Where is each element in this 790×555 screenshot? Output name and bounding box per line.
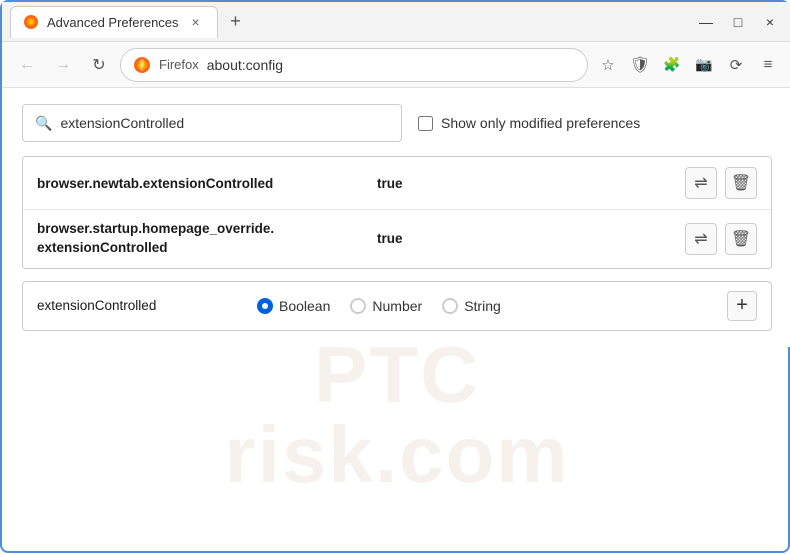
preferences-table: browser.newtab.extensionControlled true …	[22, 156, 772, 269]
search-input-wrap[interactable]: 🔍	[22, 104, 402, 142]
toggle-button-1[interactable]: ⇌	[685, 167, 717, 199]
watermark-line1: PTC	[2, 335, 790, 415]
number-radio-circle[interactable]	[350, 298, 366, 314]
search-container: 🔍 Show only modified preferences	[22, 104, 772, 142]
toggle-button-2[interactable]: ⇌	[685, 223, 717, 255]
address-bar[interactable]: Firefox about:config	[120, 48, 588, 82]
new-tab-button[interactable]: +	[222, 8, 250, 36]
add-preference-button[interactable]: +	[727, 291, 757, 321]
tab-favicon	[23, 14, 39, 30]
delete-icon-1: 🗑	[731, 173, 751, 193]
screenshot-icon: 📷	[695, 56, 712, 73]
back-icon: ←	[19, 56, 35, 74]
table-row: browser.newtab.extensionControlled true …	[23, 157, 771, 210]
string-radio-option[interactable]: String	[442, 298, 501, 314]
toggle-icon-1: ⇌	[694, 173, 707, 193]
modified-prefs-checkbox[interactable]	[418, 116, 433, 131]
number-radio-option[interactable]: Number	[350, 298, 422, 314]
tab-close-button[interactable]: ×	[187, 13, 205, 31]
shield-icon: 🛡	[630, 55, 650, 75]
nav-bar: ← → ↻ Firefox about:config ☆ 🛡	[2, 42, 790, 88]
reload-button[interactable]: ↻	[84, 50, 114, 80]
browser-name-label: Firefox	[159, 57, 199, 72]
firefox-logo-icon	[133, 56, 151, 74]
table-row: browser.startup.homepage_override. exten…	[23, 210, 771, 268]
forward-button[interactable]: →	[48, 50, 78, 80]
url-display[interactable]: about:config	[207, 57, 575, 73]
extension-button[interactable]: 🧩	[658, 51, 686, 79]
add-icon: +	[736, 294, 748, 317]
main-content: 🔍 Show only modified preferences browser…	[2, 88, 790, 347]
toggle-icon-2: ⇌	[694, 229, 707, 249]
search-input[interactable]	[60, 115, 389, 131]
nav-icons: ☆ 🛡 🧩 📷 ⟳ ≡	[594, 51, 782, 79]
active-tab[interactable]: Advanced Preferences ×	[10, 6, 218, 38]
pref-value-1: true	[377, 176, 685, 191]
bookmark-button[interactable]: ☆	[594, 51, 622, 79]
shield-button[interactable]: 🛡	[626, 51, 654, 79]
minimize-button[interactable]: —	[692, 8, 720, 36]
new-pref-name: extensionControlled	[37, 298, 237, 313]
screenshot-button[interactable]: 📷	[690, 51, 718, 79]
tab-bar: Advanced Preferences × +	[10, 6, 684, 38]
close-button[interactable]: ×	[756, 8, 784, 36]
pref-name-2: browser.startup.homepage_override. exten…	[37, 220, 377, 258]
boolean-radio-option[interactable]: Boolean	[257, 298, 330, 314]
back-button[interactable]: ←	[12, 50, 42, 80]
pref-actions-1: ⇌ 🗑	[685, 167, 757, 199]
search-icon: 🔍	[35, 115, 52, 132]
modified-prefs-checkbox-label[interactable]: Show only modified preferences	[418, 115, 640, 131]
reload-icon: ↻	[92, 55, 105, 75]
maximize-button[interactable]: □	[724, 8, 752, 36]
delete-button-2[interactable]: 🗑	[725, 223, 757, 255]
pref-name-line2: extensionControlled	[37, 240, 168, 255]
modified-prefs-label: Show only modified preferences	[441, 115, 640, 131]
pref-name-1: browser.newtab.extensionControlled	[37, 176, 377, 191]
watermark-line2: risk.com	[2, 415, 790, 495]
pref-value-2: true	[377, 231, 685, 246]
watermark: PTC risk.com	[2, 335, 790, 495]
forward-icon: →	[55, 56, 71, 74]
window-controls: — □ ×	[692, 8, 784, 36]
string-label: String	[464, 298, 501, 314]
number-label: Number	[372, 298, 422, 314]
bookmark-icon: ☆	[601, 56, 614, 74]
pref-actions-2: ⇌ 🗑	[685, 223, 757, 255]
delete-button-1[interactable]: 🗑	[725, 167, 757, 199]
extension-icon: 🧩	[663, 56, 680, 73]
delete-icon-2: 🗑	[731, 229, 751, 249]
pref-name-line1: browser.startup.homepage_override.	[37, 221, 274, 236]
boolean-radio-circle[interactable]	[257, 298, 273, 314]
menu-button[interactable]: ≡	[754, 51, 782, 79]
type-options: Boolean Number String	[257, 298, 707, 314]
boolean-label: Boolean	[279, 298, 330, 314]
tab-title: Advanced Preferences	[47, 15, 179, 30]
new-preference-row: extensionControlled Boolean Number Strin…	[22, 281, 772, 331]
title-bar: Advanced Preferences × + — □ ×	[2, 2, 790, 42]
sync-button[interactable]: ⟳	[722, 51, 750, 79]
sync-icon: ⟳	[730, 56, 743, 74]
menu-icon: ≡	[764, 56, 773, 73]
string-radio-circle[interactable]	[442, 298, 458, 314]
